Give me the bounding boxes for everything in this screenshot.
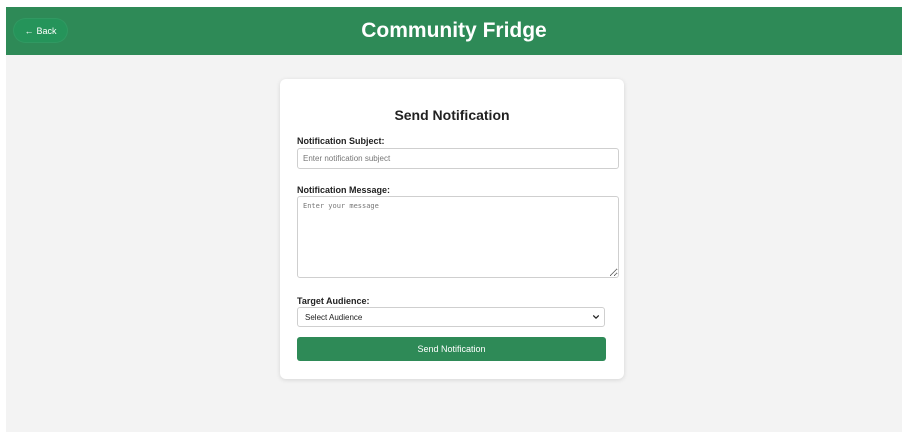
form-title: Send Notification bbox=[394, 107, 510, 123]
notification-form-card: Send Notification Notification Subject: … bbox=[280, 79, 624, 379]
audience-select[interactable]: Select Audience bbox=[297, 307, 605, 327]
app-title: Community Fridge bbox=[361, 19, 547, 42]
audience-label: Target Audience: bbox=[297, 296, 370, 306]
send-notification-button[interactable]: Send Notification bbox=[297, 337, 606, 361]
chevron-down-icon bbox=[592, 315, 600, 319]
subject-input[interactable] bbox=[297, 148, 619, 169]
subject-label: Notification Subject: bbox=[297, 136, 385, 146]
message-textarea[interactable] bbox=[297, 196, 619, 278]
app-header: ← Back Community Fridge bbox=[6, 7, 902, 55]
page: ← Back Community Fridge Send Notificatio… bbox=[6, 7, 902, 432]
message-label: Notification Message: bbox=[297, 185, 391, 195]
audience-select-value: Select Audience bbox=[305, 313, 363, 322]
